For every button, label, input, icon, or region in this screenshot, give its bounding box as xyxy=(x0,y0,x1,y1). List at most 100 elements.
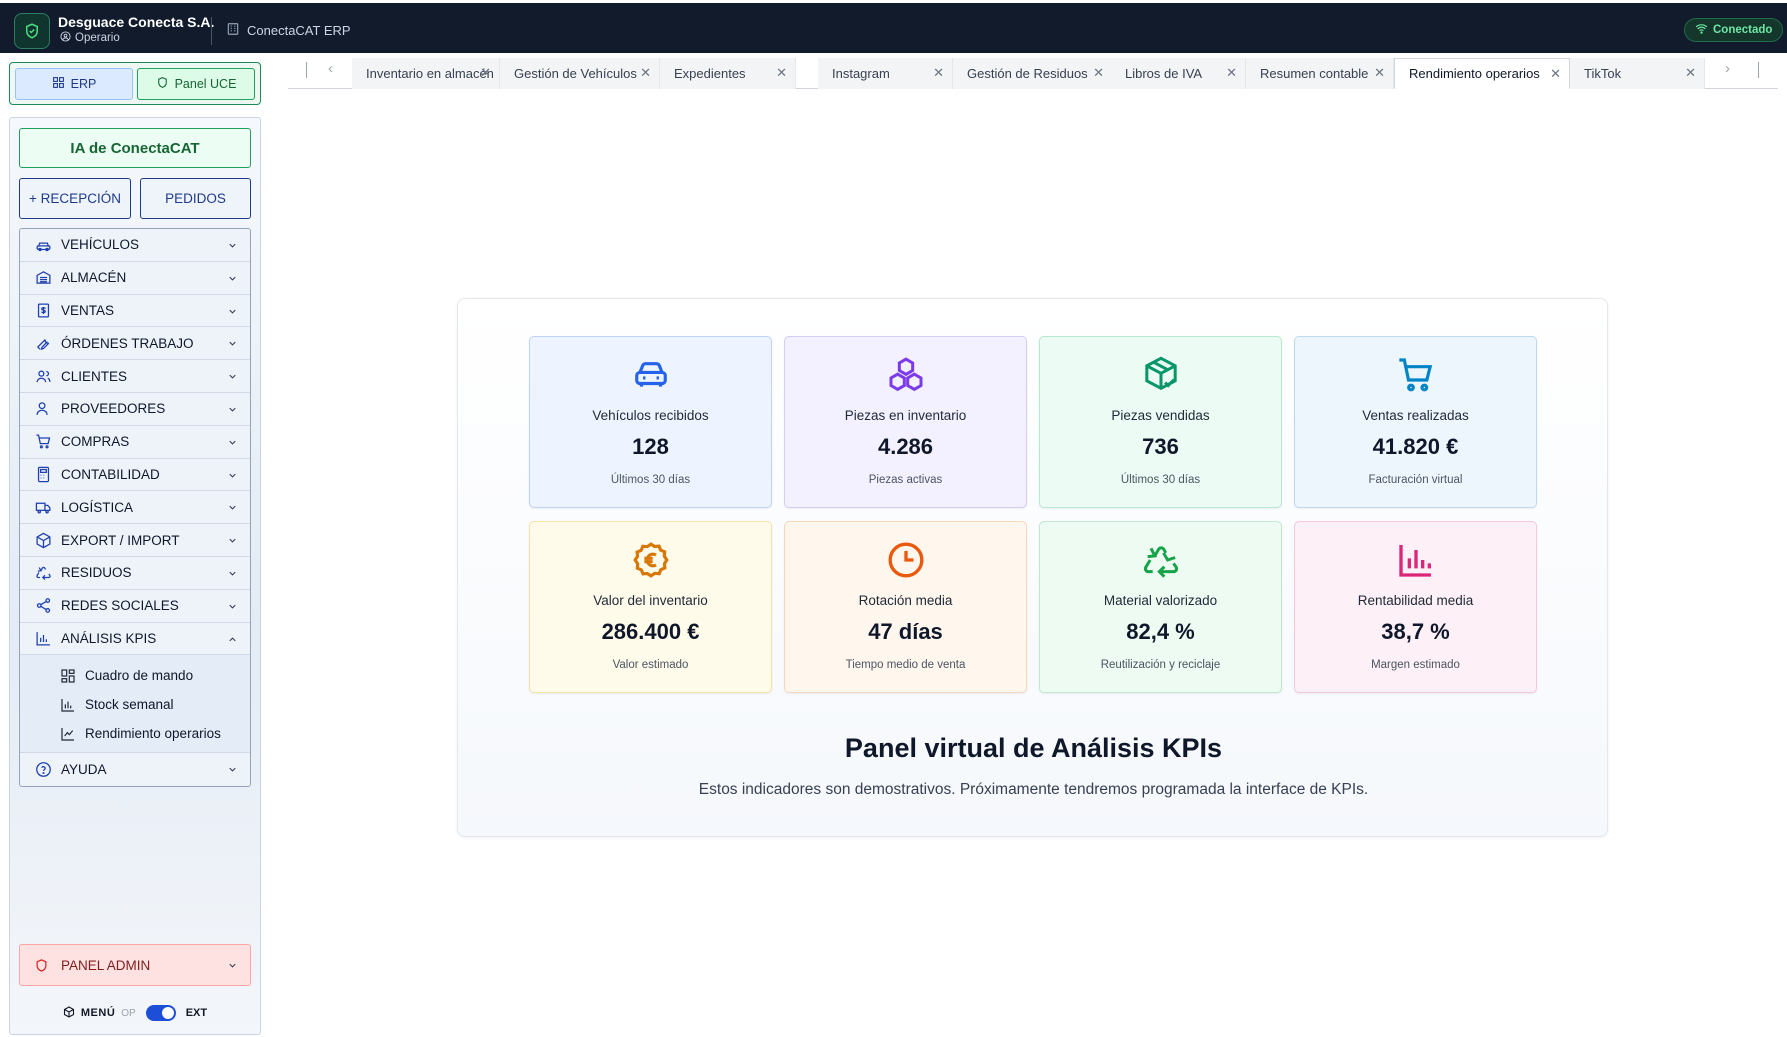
tab-libros-de-iva[interactable]: Libros de IVA ✕ xyxy=(1111,58,1246,89)
close-icon[interactable]: ✕ xyxy=(776,65,787,81)
toggle-on-label: EXT xyxy=(185,1007,208,1019)
erp-mode-label: ERP xyxy=(70,77,97,91)
bar-chart-icon xyxy=(1295,540,1536,580)
tab-scroll-right-button[interactable]: › xyxy=(1725,60,1730,77)
app-name-label: ConectaCAT ERP xyxy=(247,23,351,38)
kpi-label: Piezas en inventario xyxy=(844,408,967,423)
tab-tiktok[interactable]: TikTok ✕ xyxy=(1570,58,1705,89)
tab-rendimiento-operarios[interactable]: Rendimiento operarios ✕ xyxy=(1394,58,1570,89)
sidebar-item-label: ANÁLISIS KPIS xyxy=(61,630,157,646)
euro-icon xyxy=(530,540,771,580)
kpis-submenu: Cuadro de mando Stock semanal Rendimient… xyxy=(20,655,250,754)
sidebar-item-clientes[interactable]: CLIENTES xyxy=(20,360,250,393)
panel-uce-button[interactable]: Panel UCE xyxy=(137,68,255,100)
submenu-item-stock-semanal[interactable]: Stock semanal xyxy=(20,690,250,719)
chevron-down-icon xyxy=(227,337,238,352)
line-chart-icon xyxy=(59,725,77,743)
sidebar-item-label: PROVEEDORES xyxy=(61,401,166,417)
close-icon[interactable]: ✕ xyxy=(1685,65,1696,81)
kpi-card-ventas-realizadas: Ventas realizadas 41.820 € Facturación v… xyxy=(1294,336,1537,508)
sidebar-item-ordenes-trabajo[interactable]: ÓRDENES TRABAJO xyxy=(20,327,250,361)
sidebar-item-redes-sociales[interactable]: REDES SOCIALES xyxy=(20,590,250,623)
tab-inventario-en-almacen[interactable]: Inventario en almacén ✕ xyxy=(352,58,500,89)
kpi-card-rentabilidad-media: Rentabilidad media 38,7 % Margen estimad… xyxy=(1294,521,1537,693)
tab-label: Inventario en almacén xyxy=(366,66,494,81)
recycle-icon xyxy=(1040,540,1281,580)
sidebar-item-export-import[interactable]: EXPORT / IMPORT xyxy=(20,524,250,557)
erp-mode-button[interactable]: ERP xyxy=(15,68,133,100)
kpi-subtitle: Tiempo medio de venta xyxy=(845,659,966,671)
kpi-subtitle: Reutilización y reciclaje xyxy=(1100,659,1221,671)
wrench-icon xyxy=(34,334,52,352)
sidebar-item-label: REDES SOCIALES xyxy=(61,598,179,614)
kpi-subtitle: Facturación virtual xyxy=(1368,474,1463,486)
user-circle-icon xyxy=(60,31,71,45)
panel-uce-label: Panel UCE xyxy=(174,77,237,91)
close-icon[interactable]: ✕ xyxy=(640,65,651,81)
chevron-up-icon xyxy=(227,633,238,648)
kpi-value: 4.286 xyxy=(877,434,934,459)
close-icon[interactable]: ✕ xyxy=(1093,65,1104,81)
admin-panel-button[interactable]: PANEL ADMIN xyxy=(19,944,251,986)
submenu-item-cuadro-de-mando[interactable]: Cuadro de mando xyxy=(20,661,250,690)
menu-mode-toggle[interactable] xyxy=(145,1005,176,1021)
sidebar-menu: VEHÍCULOS ALMACÉN VENTAS ÓRDENES TRABAJO… xyxy=(19,228,251,788)
menu-mode-toggle-row: MENÚ OP EXT xyxy=(10,1002,260,1024)
kpi-value: 47 días xyxy=(868,619,943,644)
tab-resumen-contable[interactable]: Resumen contable ✕ xyxy=(1246,58,1394,89)
panel-description: Estos indicadores son demostrativos. Pró… xyxy=(698,781,1369,798)
close-icon[interactable]: ✕ xyxy=(1226,65,1237,81)
sidebar-item-ventas[interactable]: VENTAS xyxy=(20,295,250,328)
kpi-card-material-valorizado: Material valorizado 82,4 % Reutilización… xyxy=(1039,521,1282,693)
tab-gestion-de-vehiculos[interactable]: Gestión de Vehículos ✕ xyxy=(500,58,660,89)
calculator-icon xyxy=(34,465,52,483)
sidebar-item-logistica[interactable]: LOGÍSTICA xyxy=(20,491,250,525)
kpi-card-piezas-vendidas: Piezas vendidas 736 Últimos 30 días xyxy=(1039,336,1282,508)
kpi-label: Material valorizado xyxy=(1103,593,1218,608)
submenu-item-rendimiento-operarios[interactable]: Rendimiento operarios xyxy=(20,719,250,748)
sidebar-item-label: AYUDA xyxy=(61,762,107,778)
divider xyxy=(211,17,212,45)
shield-icon xyxy=(156,76,169,92)
tab-scroll-left-button[interactable]: ‹ xyxy=(328,60,333,77)
chevron-down-icon xyxy=(227,305,238,320)
tab-gestion-de-residuos[interactable]: Gestión de Residuos ✕ xyxy=(953,58,1113,89)
tab-expedientes[interactable]: Expedientes ✕ xyxy=(660,58,796,89)
sidebar-item-label: CLIENTES xyxy=(61,368,128,384)
sidebar-item-label: EXPORT / IMPORT xyxy=(61,532,180,548)
tab-label: Rendimiento operarios xyxy=(1409,66,1540,81)
sidebar-item-vehiculos[interactable]: VEHÍCULOS xyxy=(20,229,250,262)
sidebar-item-proveedores[interactable]: PROVEEDORES xyxy=(20,393,250,426)
boxes-icon xyxy=(785,355,1026,395)
tab-instagram[interactable]: Instagram ✕ xyxy=(818,58,953,89)
clock-icon xyxy=(785,540,1026,580)
user-role: Operario xyxy=(60,31,120,45)
kpi-label: Rentabilidad media xyxy=(1357,593,1474,608)
tab-bar-right-edge xyxy=(1758,62,1759,78)
sidebar-item-residuos[interactable]: RESIDUOS xyxy=(20,557,250,590)
chevron-down-icon xyxy=(227,534,238,549)
reception-button[interactable]: + RECEPCIÓN xyxy=(19,178,131,219)
tab-bar: ‹ Inventario en almacén ✕ Gestión de Veh… xyxy=(288,58,1778,89)
chevron-down-icon xyxy=(227,436,238,451)
kpi-label: Vehículos recibidos xyxy=(592,408,709,423)
kpi-label: Valor del inventario xyxy=(593,593,708,608)
kpi-value: 736 xyxy=(1142,434,1179,459)
users-icon xyxy=(34,367,52,385)
close-icon[interactable]: ✕ xyxy=(480,65,491,81)
sidebar-item-compras[interactable]: COMPRAS xyxy=(20,426,250,459)
sidebar-item-ayuda[interactable]: AYUDA xyxy=(20,753,250,786)
sidebar-item-analisis-kpis[interactable]: ANÁLISIS KPIS xyxy=(20,623,250,656)
orders-button[interactable]: PEDIDOS xyxy=(140,178,251,219)
sidebar-item-contabilidad[interactable]: CONTABILIDAD xyxy=(20,459,250,492)
toggle-off-label: OP xyxy=(121,1007,136,1019)
ia-assistant-button[interactable]: IA de ConectaCAT xyxy=(19,128,251,168)
menu-label: MENÚ xyxy=(80,1007,116,1019)
close-icon[interactable]: ✕ xyxy=(1374,65,1385,81)
close-icon[interactable]: ✕ xyxy=(933,65,944,81)
warehouse-icon xyxy=(34,269,52,287)
sidebar-item-almacen[interactable]: ALMACÉN xyxy=(20,262,250,295)
kpi-card-piezas-en-inventario: Piezas en inventario 4.286 Piezas activa… xyxy=(784,336,1027,508)
kpi-card-valor-del-inventario: Valor del inventario 286.400 € Valor est… xyxy=(529,521,772,693)
close-icon[interactable]: ✕ xyxy=(1550,66,1561,82)
